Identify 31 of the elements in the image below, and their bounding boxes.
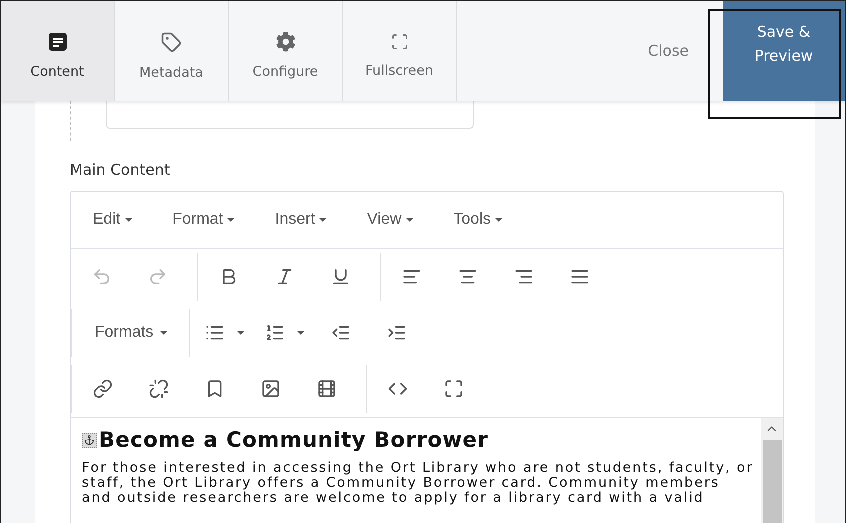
menu-item[interactable]: Tools bbox=[446, 205, 512, 235]
film-icon bbox=[317, 379, 337, 399]
underline-icon bbox=[331, 267, 351, 287]
anchor-icon bbox=[82, 432, 97, 448]
paragraph: For those interested in accessing the Ort Library who are not students, faculty, or staff, the Ort Library offers a Community Borrower card. Community members and outside researchers are welcome to apply for a library card with a valid bbox=[82, 461, 755, 506]
image-icon bbox=[261, 379, 281, 399]
unlink-icon bbox=[149, 379, 169, 399]
document-icon bbox=[48, 32, 68, 52]
close-button[interactable]: Close bbox=[648, 42, 689, 60]
tab[interactable]: Fullscreen bbox=[343, 1, 457, 101]
field-label: Main Content bbox=[70, 161, 172, 179]
tab[interactable]: Content bbox=[1, 1, 115, 101]
save-preview-button[interactable]: Save & Preview bbox=[723, 1, 845, 101]
input-field[interactable] bbox=[106, 101, 474, 129]
menu-item[interactable]: View bbox=[359, 205, 422, 235]
redo-icon bbox=[148, 267, 168, 287]
tag-icon bbox=[161, 32, 182, 52]
numbered-list-icon bbox=[264, 323, 285, 343]
menu-item[interactable]: Format bbox=[164, 205, 244, 235]
tab[interactable]: Metadata bbox=[115, 1, 229, 101]
heading: Become a Community Borrower bbox=[99, 428, 489, 452]
formats-dropdown[interactable]: Formats bbox=[79, 318, 182, 348]
link-icon bbox=[93, 379, 113, 399]
menu-item[interactable]: Edit bbox=[85, 205, 141, 235]
menu-item[interactable]: Insert bbox=[267, 205, 336, 235]
settings-icon bbox=[276, 32, 296, 52]
fullscreen-icon bbox=[444, 379, 464, 399]
fullscreen-icon bbox=[390, 33, 408, 51]
undo-icon bbox=[92, 267, 112, 287]
scrollbar-thumb[interactable] bbox=[762, 440, 782, 523]
tab[interactable]: Configure bbox=[229, 1, 343, 101]
